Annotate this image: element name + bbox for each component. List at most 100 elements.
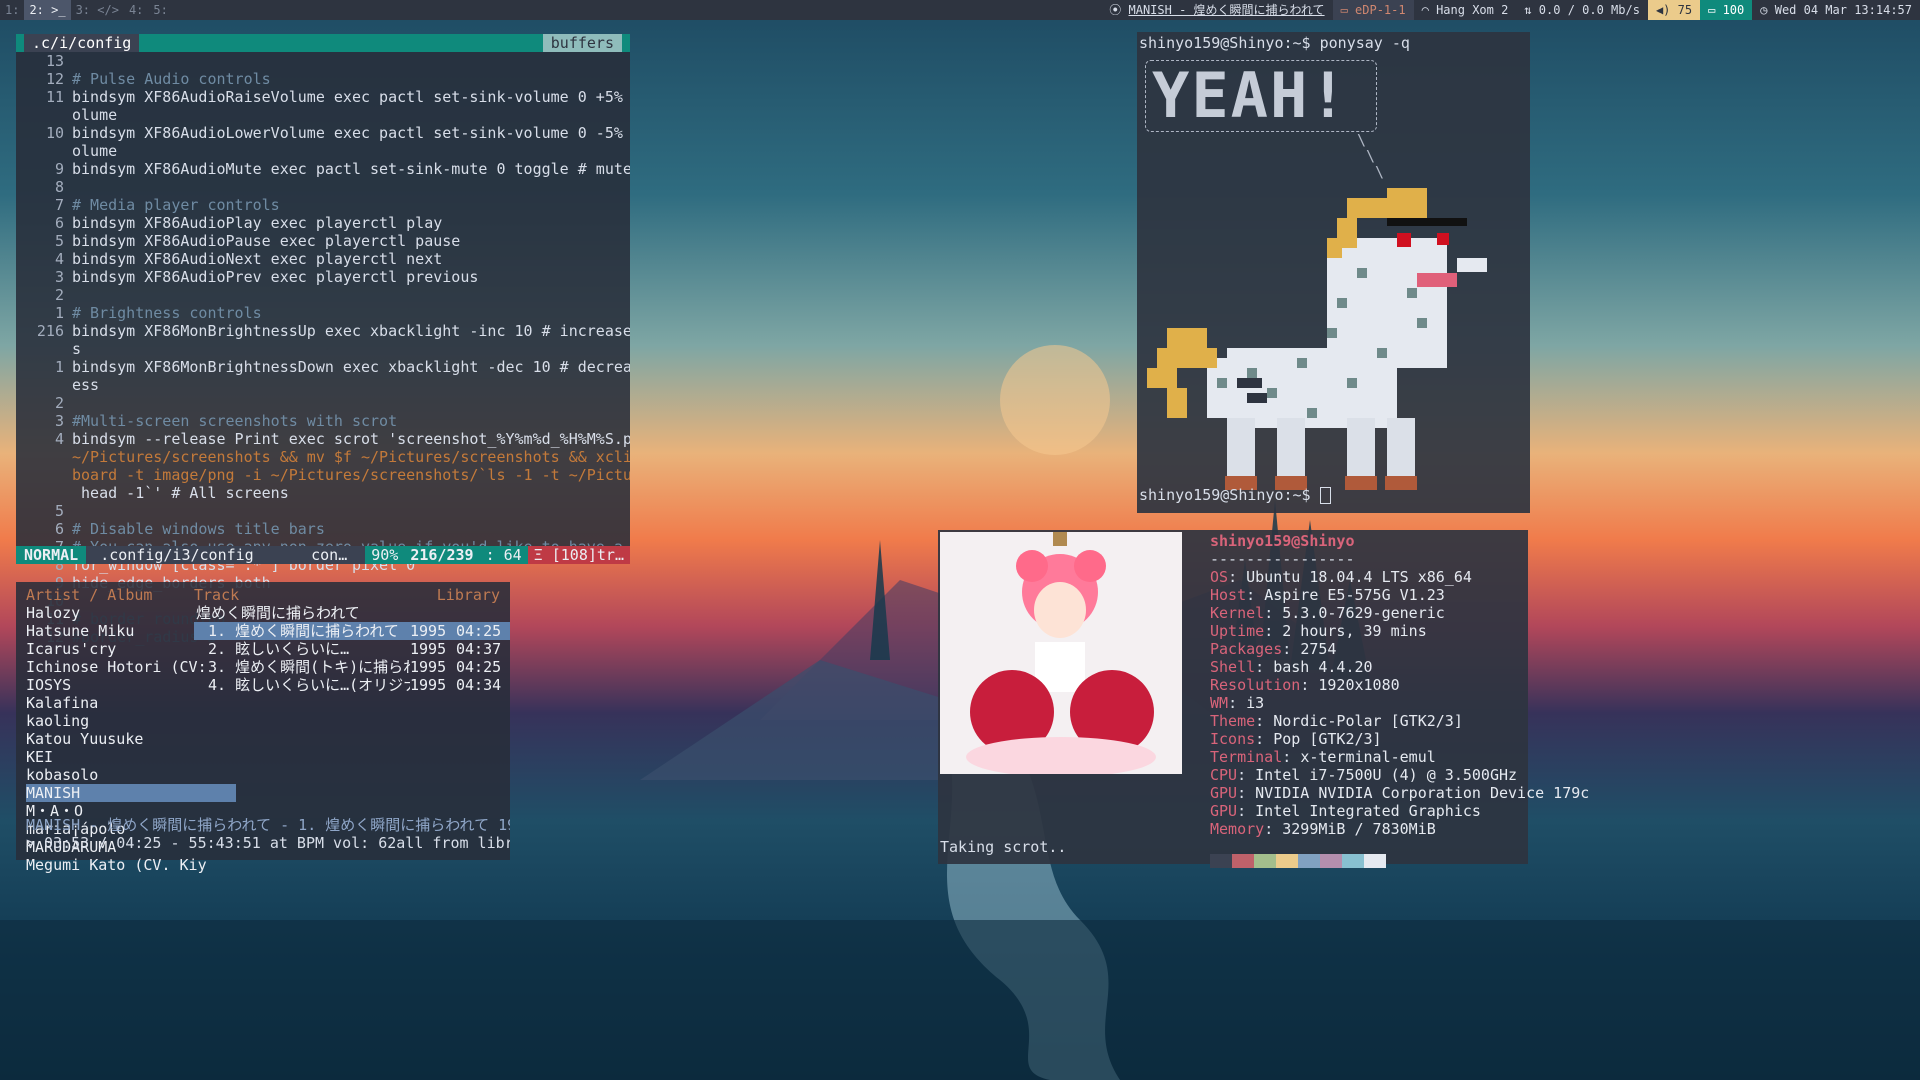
bubble-tail: \ \ \: [1357, 131, 1385, 181]
vim-line[interactable]: 11 bindsym XF86AudioRaiseVolume exec pact…: [16, 88, 630, 106]
vim-line[interactable]: 6 bindsym XF86AudioPlay exec playerctl pl…: [16, 214, 630, 232]
neofetch-value: i3: [1246, 694, 1265, 712]
artist-item[interactable]: KEI: [26, 748, 236, 766]
neofetch-key: Icons: [1210, 730, 1256, 748]
neofetch-key: Uptime: [1210, 622, 1265, 640]
neofetch-row: Shell: bash 4.4.20: [1210, 658, 1373, 676]
line-number: 10: [45, 124, 64, 142]
track-list[interactable]: 煌めく瞬間に捕らわれて 1. 煌めく瞬間に捕らわれて 1995 04:25 2. 眩し…: [194, 604, 510, 694]
vim-line[interactable]: 7 # Media player controls: [16, 196, 630, 214]
volume-value: 75: [1677, 3, 1693, 17]
neofetch-key: Packages: [1210, 640, 1283, 658]
neofetch-value: bash 4.4.20: [1273, 658, 1373, 676]
vim-line[interactable]: 3 #Multi-screen screenshots with scrot: [16, 412, 630, 430]
track-duration: 04:25: [456, 658, 502, 676]
neofetch-key: Resolution: [1210, 676, 1301, 694]
line-number: 3: [54, 268, 64, 286]
neofetch-terminal[interactable]: shinyo159@Shinyo ---------------- OS: Ub…: [938, 530, 1589, 868]
vim-line[interactable]: 1 bindsym XF86MonBrightnessDown exec xbac…: [16, 358, 630, 376]
neofetch-row: WM: i3: [1210, 694, 1265, 712]
vim-line[interactable]: s: [16, 340, 630, 358]
palette-swatch: [1232, 854, 1254, 868]
line-number: 1: [54, 358, 64, 376]
display-block: ▭ eDP-1-1: [1332, 0, 1414, 20]
vim-line[interactable]: 4 bindsym XF86AudioNext exec playerctl ne…: [16, 250, 630, 268]
vim-line[interactable]: 6 # Disable windows title bars: [16, 520, 630, 538]
vim-line[interactable]: 2: [16, 394, 630, 412]
line-text: bindsym XF86AudioNext exec playerctl nex…: [72, 250, 443, 268]
palette-swatch: [1342, 854, 1364, 868]
pony-tail: [1147, 328, 1217, 418]
battery-value: 100: [1722, 3, 1745, 17]
anime-image: [940, 532, 1182, 774]
neofetch-key: GPU: [1210, 802, 1238, 820]
workspace-4[interactable]: 4:: [124, 0, 148, 20]
vim-line[interactable]: board -t image/png -i ~/Pictures/screens…: [16, 466, 630, 484]
line-number: 11: [45, 88, 64, 106]
neofetch-value: Aspire E5-575G V1.23: [1264, 586, 1445, 604]
neofetch-row: Kernel: 5.3.0-7629-generic: [1210, 604, 1445, 622]
neofetch-row: CPU: Intel i7-7500U (4) @ 3.500GHz: [1210, 766, 1518, 784]
vim-line[interactable]: 8: [16, 178, 630, 196]
neofetch-key: CPU: [1210, 766, 1238, 784]
neofetch-row: Host: Aspire E5-575G V1.23: [1210, 586, 1445, 604]
vim-line[interactable]: 9 bindsym XF86AudioMute exec pactl set-si…: [16, 160, 630, 178]
workspace-5[interactable]: 5:: [148, 0, 172, 20]
line-number: 12: [45, 70, 64, 88]
neofetch-value: x-terminal-emul: [1300, 748, 1436, 766]
vim-line[interactable]: 2: [16, 286, 630, 304]
vim-buffers-label[interactable]: buffers: [542, 34, 622, 52]
vim-line[interactable]: olume: [16, 106, 630, 124]
track-item[interactable]: 3. 煌めく瞬間(トキ)に捕らわれ 1995 04:25: [194, 658, 510, 676]
neofetch-row: OS: Ubuntu 18.04.4 LTS x86_64: [1210, 568, 1472, 586]
track-title: 2. 眩しいくらいに…: [208, 640, 350, 658]
vim-line[interactable]: 5 bindsym XF86AudioPause exec playerctl p…: [16, 232, 630, 250]
artist-item[interactable]: kobasolo: [26, 766, 236, 784]
palette-swatch: [1210, 854, 1232, 868]
artist-item[interactable]: Kalafina: [26, 694, 236, 712]
workspace-2[interactable]: 2: >_: [24, 0, 71, 20]
vim-line[interactable]: 3 bindsym XF86AudioPrev exec playerctl pr…: [16, 268, 630, 286]
vim-line[interactable]: 216 bindsym XF86MonBrightnessUp exec xbac…: [16, 322, 630, 340]
ponysay-terminal[interactable]: shinyo159@Shinyo:~$ ponysay -q YEAH! \ \…: [1137, 32, 1530, 513]
vim-window[interactable]: .c/i/config buffers 13 12 # Pulse Audio co…: [16, 34, 630, 646]
line-text: bindsym XF86MonBrightnessUp exec xbackli…: [72, 322, 630, 340]
line-text: olume: [72, 106, 118, 124]
track-item[interactable]: 2. 眩しいくらいに… 1995 04:37: [194, 640, 510, 658]
vim-line[interactable]: 10 bindsym XF86AudioLowerVolume exec pact…: [16, 124, 630, 142]
track-year: 1995: [410, 622, 447, 640]
vim-file-tab[interactable]: .c/i/config: [24, 34, 140, 52]
track-item[interactable]: 4. 眩しいくらいに…(オリジナル.1995 04:34: [194, 676, 510, 694]
vim-line[interactable]: 13: [16, 52, 630, 70]
vim-percent: 90%: [365, 546, 405, 564]
neofetch-row: Terminal: x-terminal-emul: [1210, 748, 1436, 766]
play-icon: ⦿: [1109, 3, 1122, 17]
vim-line[interactable]: head -1`' # All screens: [16, 484, 630, 502]
vim-line[interactable]: 12 # Pulse Audio controls: [16, 70, 630, 88]
neofetch-key: Memory: [1210, 820, 1265, 838]
display-name: eDP-1-1: [1355, 3, 1406, 17]
vim-line[interactable]: 1 # Brightness controls: [16, 304, 630, 322]
volume-block[interactable]: ◀) 75: [1647, 0, 1701, 20]
artist-item[interactable]: Megumi Kato (CV. Kiy: [26, 856, 236, 874]
music-player-window[interactable]: Artist / Album Track Library Halozy Hatsu…: [16, 582, 510, 874]
artist-album-header: Artist / Album: [26, 586, 153, 604]
artist-item[interactable]: Katou Yuusuke: [26, 730, 236, 748]
vim-line[interactable]: 5: [16, 502, 630, 520]
track-year: 1995: [410, 658, 447, 676]
pony-body: [1207, 238, 1447, 478]
artist-item[interactable]: kaoling: [26, 712, 236, 730]
track-item[interactable]: 1. 煌めく瞬間に捕らわれて 1995 04:25: [194, 622, 510, 640]
workspace-3[interactable]: 3: </>: [71, 0, 124, 20]
now-playing[interactable]: ⦿ MANISH - 煌めく瞬間に捕らわれて: [1101, 0, 1332, 20]
vim-line[interactable]: ess: [16, 376, 630, 394]
vim-line[interactable]: 4 bindsym --release Print exec scrot 'scr…: [16, 430, 630, 448]
workspace-1[interactable]: 1:: [0, 0, 24, 20]
vim-line[interactable]: ~/Pictures/screenshots && mv $f ~/Pictur…: [16, 448, 630, 466]
music-header: Artist / Album Track Library: [26, 586, 500, 604]
vim-line[interactable]: olume: [16, 142, 630, 160]
terminal-prompt-1: shinyo159@Shinyo:~$ ponysay -q: [1139, 34, 1410, 52]
artist-item[interactable]: MANISH: [26, 784, 236, 802]
track-year: 1995: [410, 640, 447, 658]
vim-filetype: con…: [311, 546, 348, 564]
